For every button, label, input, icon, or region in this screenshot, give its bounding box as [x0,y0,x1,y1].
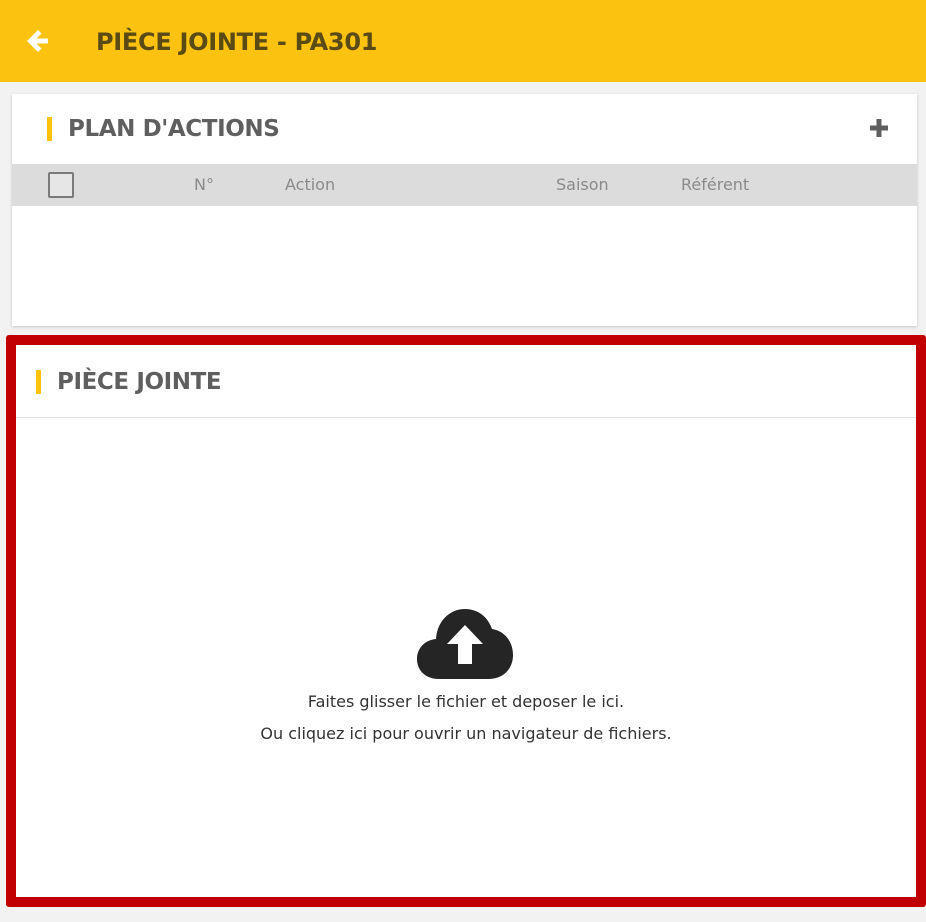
attachment-header: PIÈCE JOINTE [16,345,916,418]
title-accent-bar [36,370,41,394]
column-header-action[interactable]: Action [285,175,335,194]
table-header: N° Action Saison Référent [12,164,917,206]
column-header-number[interactable]: N° [194,175,214,194]
add-action-button[interactable] [865,114,893,142]
file-dropzone[interactable]: Faites glisser le fichier et deposer le … [16,419,916,897]
column-header-saison[interactable]: Saison [556,175,609,194]
arrow-left-icon [27,30,48,52]
cloud-upload-icon [417,609,513,679]
dropzone-instruction: Faites glisser le fichier et deposer le … [307,692,625,711]
select-all-checkbox[interactable] [48,172,74,198]
page-title: PIÈCE JOINTE - PA301 [96,28,378,56]
table-body [12,206,917,326]
plan-actions-title: PLAN D'ACTIONS [68,116,280,142]
plan-actions-header: PLAN D'ACTIONS [47,116,280,142]
attachment-title-wrap: PIÈCE JOINTE [36,369,222,395]
top-app-bar: PIÈCE JOINTE - PA301 [0,0,926,82]
title-accent-bar [47,117,52,141]
attachment-title: PIÈCE JOINTE [57,369,222,395]
plus-icon [870,119,888,137]
back-button[interactable] [22,26,52,56]
attachment-card: PIÈCE JOINTE Faites glisser le fichier e… [6,335,926,907]
column-header-referent[interactable]: Référent [681,175,749,194]
plan-actions-card: PLAN D'ACTIONS N° Action Saison Référent [12,94,917,326]
dropzone-browse-hint: Ou cliquez ici pour ouvrir un navigateur… [260,724,672,743]
